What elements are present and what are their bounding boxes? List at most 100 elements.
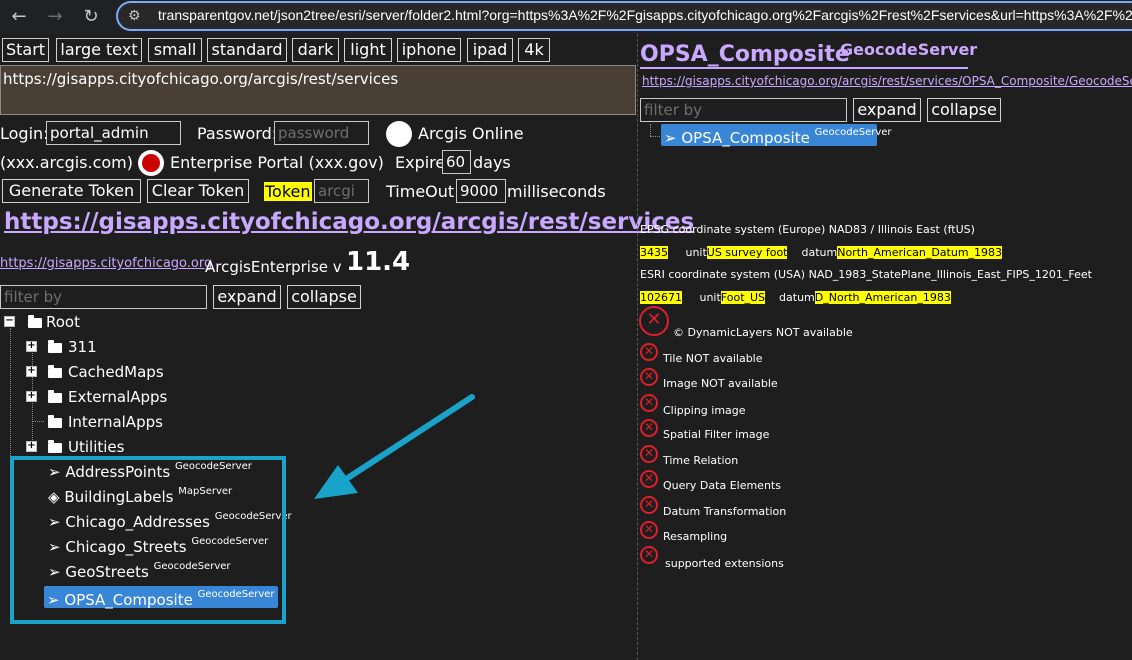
version-label: ArcgisEnterprise v: [205, 258, 342, 276]
token-label-wrap: Token: [264, 182, 312, 201]
arcgis-online-sub-label: (xxx.arcgis.com): [0, 153, 133, 172]
capability-spatial-filter: Spatial Filter image: [663, 428, 770, 441]
capability-resampling: Resampling: [663, 530, 728, 543]
login-label: Login:: [0, 124, 49, 143]
enterprise-portal-label: Enterprise Portal (xxx.gov): [170, 153, 384, 172]
back-icon[interactable]: ←: [6, 4, 32, 30]
arcgis-online-label: Arcgis Online: [418, 124, 524, 143]
not-available-icon: ✕: [639, 306, 669, 336]
esri-datum-label: datum: [779, 291, 815, 304]
password-input[interactable]: password: [274, 121, 369, 145]
browser-toolbar: ← → ↻ ⚙ transparentgov.net/json2tree/esr…: [0, 0, 1132, 34]
folder-cachedmaps-toggle[interactable]: +: [26, 366, 37, 377]
enterprise-portal-radio[interactable]: [138, 150, 164, 176]
capability-query-data-elements: Query Data Elements: [663, 479, 781, 492]
capability-supported-extensions: supported extensions: [665, 557, 784, 570]
folder-icon: [48, 365, 62, 378]
esri-datum: D_North_American_1983: [814, 291, 951, 304]
large-text-button[interactable]: large text: [56, 38, 142, 62]
folder-311-toggle[interactable]: +: [26, 341, 37, 352]
service-title: OPSA_Composite: [640, 42, 850, 67]
annotation-arrow-icon: [314, 394, 475, 499]
folder-icon: [48, 340, 62, 353]
expire-input[interactable]: 60: [442, 150, 471, 174]
url-text: transparentgov.net/json2tree/esri/server…: [158, 7, 1132, 23]
tree-folder-cachedmaps[interactable]: CachedMaps: [68, 363, 164, 381]
layer-filter-input[interactable]: filter by: [640, 98, 847, 122]
folder-utilities-toggle[interactable]: +: [26, 441, 37, 452]
not-available-icon: ✕: [640, 496, 658, 514]
right-expand-button[interactable]: expand: [853, 98, 921, 122]
epsg-datum-label: datum: [801, 246, 838, 259]
arcgis-online-radio[interactable]: [386, 121, 412, 147]
tree-folder-internalapps[interactable]: InternalApps: [68, 413, 163, 431]
small-button[interactable]: small: [148, 38, 202, 62]
tree-guide-line: [650, 124, 652, 136]
4k-button[interactable]: 4k: [518, 38, 550, 62]
standard-button[interactable]: standard: [207, 38, 287, 62]
title-underline: [640, 67, 968, 69]
esri-code: 102671: [640, 291, 682, 304]
server-url-input[interactable]: https://gisapps.cityofchicago.org/arcgis…: [0, 65, 636, 115]
annotation-highlight-box: [10, 456, 286, 624]
iphone-button[interactable]: iphone: [397, 38, 461, 62]
server-services-link[interactable]: https://gisapps.cityofchicago.org/arcgis…: [4, 209, 694, 235]
epsg-code: 3435: [640, 246, 668, 259]
version-number: 11.4: [346, 247, 411, 277]
tree-folder-utilities[interactable]: Utilities: [68, 438, 124, 456]
timeout-label: TimeOut:: [386, 182, 460, 201]
not-available-icon: ✕: [640, 521, 658, 539]
tree-root[interactable]: Root: [46, 313, 80, 331]
timeout-input[interactable]: 9000: [456, 179, 506, 203]
epsg-details-row: 3435 unitUS survey foot datumNorth_Ameri…: [640, 246, 1003, 259]
capability-clipping: Clipping image: [663, 404, 746, 417]
not-available-icon: ✕: [640, 394, 658, 412]
forward-icon[interactable]: →: [42, 4, 68, 30]
folder-externalapps-toggle[interactable]: +: [26, 391, 37, 402]
start-button[interactable]: Start: [2, 38, 49, 62]
service-rest-link[interactable]: https://gisapps.cityofchicago.org/arcgis…: [642, 74, 1132, 88]
site-settings-icon[interactable]: ⚙: [128, 7, 146, 25]
folder-open-icon: [28, 315, 42, 328]
capability-dynamiclayers: © DynamicLayers NOT available: [673, 326, 853, 339]
light-button[interactable]: light: [344, 38, 392, 62]
capability-time-relation: Time Relation: [663, 454, 739, 467]
expand-button[interactable]: expand: [213, 285, 281, 309]
right-collapse-button[interactable]: collapse: [927, 98, 1001, 122]
collapse-button[interactable]: collapse: [287, 285, 361, 309]
address-bar[interactable]: ⚙ transparentgov.net/json2tree/esri/serv…: [116, 1, 1132, 31]
days-label: days: [473, 153, 511, 172]
expire-label: Expire: [395, 153, 446, 172]
not-available-icon: ✕: [640, 419, 658, 437]
service-name: OPSA_Composite: [681, 129, 810, 147]
right-tree-service-item[interactable]: ➢ OPSA_Composite GeocodeServer: [661, 124, 892, 147]
login-input[interactable]: portal_admin: [46, 121, 181, 145]
generate-token-button[interactable]: Generate Token: [2, 179, 141, 203]
epsg-coordinate-system: EPSG coordinate system (Europe) NAD83 / …: [640, 223, 975, 236]
service-type: GeocodeServer: [814, 127, 892, 138]
service-title-type: GeocodeServer: [840, 40, 978, 59]
esri-unit: Foot_US: [720, 291, 766, 304]
epsg-unit-label: unit: [685, 246, 707, 259]
clear-token-button[interactable]: Clear Token: [147, 179, 249, 203]
password-label: Password:: [197, 124, 278, 143]
capability-datum-transformation: Datum Transformation: [663, 505, 787, 518]
tree-guide-line: [32, 421, 44, 423]
tree-filter-input[interactable]: filter by: [0, 285, 207, 309]
reload-icon[interactable]: ↻: [78, 4, 104, 30]
geocode-arrow-icon: ➢: [664, 129, 677, 147]
dark-button[interactable]: dark: [292, 38, 339, 62]
ipad-button[interactable]: ipad: [467, 38, 513, 62]
esri-coordinate-system: ESRI coordinate system (USA) NAD_1983_St…: [640, 268, 1092, 281]
org-home-link[interactable]: https://gisapps.cityofchicago.org: [0, 256, 212, 271]
pane-divider[interactable]: [637, 34, 639, 660]
tree-folder-311[interactable]: 311: [68, 338, 97, 356]
folder-icon: [48, 415, 62, 428]
root-collapse-toggle[interactable]: −: [4, 316, 15, 327]
radio-selected-dot: [142, 154, 160, 172]
epsg-unit: US survey foot: [706, 246, 788, 259]
token-input[interactable]: arcgi: [314, 179, 369, 203]
tree-folder-externalapps[interactable]: ExternalApps: [68, 388, 167, 406]
folder-icon: [48, 440, 62, 453]
folder-icon: [48, 390, 62, 403]
